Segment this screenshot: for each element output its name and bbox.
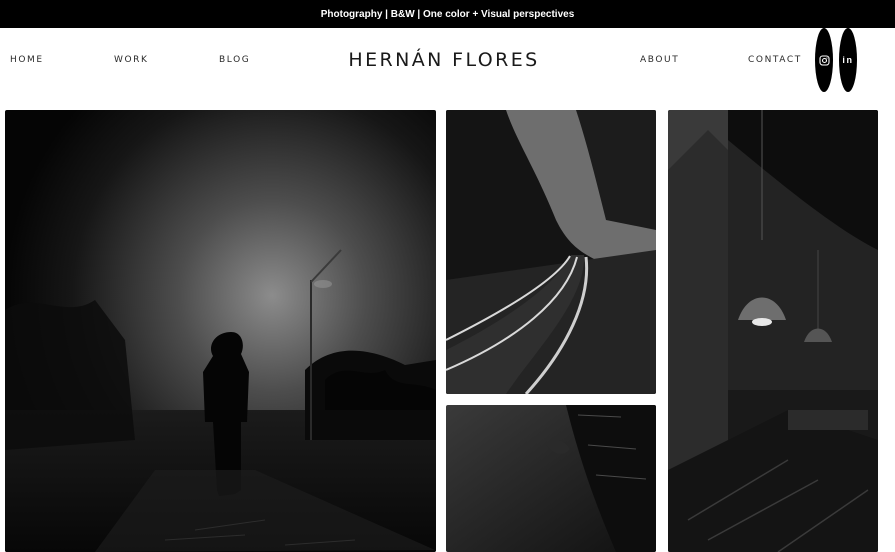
gallery-photo-silhouette[interactable] xyxy=(5,110,436,552)
gallery-photo-road[interactable] xyxy=(446,110,656,394)
site-title[interactable]: HERNÁN FLORES xyxy=(330,28,558,92)
announcement-text: Photography | B&W | One color + Visual p… xyxy=(320,8,575,20)
linkedin-glyph: in xyxy=(842,54,854,65)
gallery-photo-cafe[interactable] xyxy=(668,110,878,552)
linkedin-icon[interactable]: in xyxy=(839,28,857,92)
nav-contact-link[interactable]: CONTACT xyxy=(748,28,802,92)
nav-blog-link[interactable]: BLOG xyxy=(219,28,250,92)
site-header: HOME WORK BLOG HERNÁN FLORES ABOUT CONTA… xyxy=(0,28,895,92)
gallery-photo-building[interactable] xyxy=(446,405,656,552)
nav-home-link[interactable]: HOME xyxy=(10,28,44,92)
instagram-icon[interactable] xyxy=(815,28,833,92)
announcement-bar: Photography | B&W | One color + Visual p… xyxy=(0,0,895,28)
nav-about-link[interactable]: ABOUT xyxy=(640,28,679,92)
nav-work-link[interactable]: WORK xyxy=(114,28,149,92)
